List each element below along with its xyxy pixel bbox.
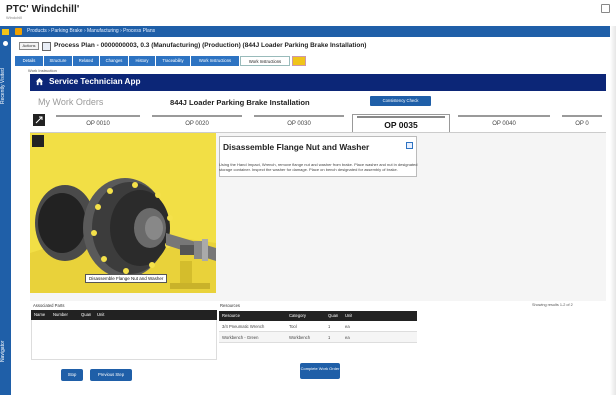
home-icon[interactable] xyxy=(2,29,9,35)
breadcrumb: Products › Parking Brake › Manufacturing… xyxy=(11,26,611,37)
associated-parts-label: Associated Parts xyxy=(33,303,65,308)
operation-label: OP 0040 xyxy=(492,121,516,127)
operations-strip: OP 0010 OP 0020 OP 0030 OP 0035 OP 0040 … xyxy=(30,114,606,132)
complete-work-order-button[interactable]: Complete Work Order xyxy=(300,363,340,379)
consistency-check-button[interactable]: Consistency Check xyxy=(370,96,431,106)
expand-icon[interactable] xyxy=(33,114,45,126)
unit-cell: ea xyxy=(345,324,350,329)
3d-viewer[interactable]: Disassemble Flange Nut and Washer xyxy=(30,133,216,293)
instruction-title: Disassemble Flange Nut and Washer xyxy=(223,142,370,152)
page-title: Process Plan - 0000000003, 0.3 (Manufact… xyxy=(54,42,367,49)
tab-bar: Details Structure Related Changes Histor… xyxy=(11,56,611,66)
tab-work-instructions-active[interactable]: Work Instructions xyxy=(240,56,290,66)
unit-cell: ea xyxy=(345,335,350,340)
tab-work-instructions[interactable]: Work Instructions xyxy=(191,56,239,66)
app-window: PTC' Windchill' Windchill Recently Visit… xyxy=(0,0,616,395)
results-count: Showing results 1-2 of 2 xyxy=(532,303,573,307)
associated-parts-body xyxy=(31,320,217,360)
ptc-header: PTC' Windchill' Windchill xyxy=(0,0,616,22)
tab-details[interactable]: Details xyxy=(15,56,43,66)
section-label: Work Instruction xyxy=(28,68,57,73)
my-work-orders-link[interactable]: My Work Orders xyxy=(38,97,103,107)
quantity-cell: 1 xyxy=(328,324,331,329)
viewer-callout: Disassemble Flange Nut and Washer xyxy=(85,274,168,283)
associated-parts-header: Name Number Quan Unit xyxy=(31,310,217,320)
column-header[interactable]: Name xyxy=(34,310,45,320)
work-order-title: 844J Loader Parking Brake Installation xyxy=(170,98,310,107)
previous-step-button[interactable]: Previous Step xyxy=(90,369,132,381)
tab-traceability[interactable]: Traceability xyxy=(156,56,190,66)
operation-label: OP 0 xyxy=(575,121,589,127)
operation-progress xyxy=(56,115,140,117)
instruction-text: Using the Hand Impact, Wrench, remove fl… xyxy=(219,162,418,172)
recently-visited-tab[interactable]: Recently Visited xyxy=(0,56,11,116)
actions-menu-button[interactable]: Actions xyxy=(19,42,39,50)
column-header[interactable]: Quan xyxy=(81,310,91,320)
column-header[interactable]: Category xyxy=(289,311,306,321)
table-row[interactable]: 3/4 Pneumatic Wrench Tool 1 ea xyxy=(219,321,417,332)
operation-content: Disassemble Flange Nut and Washer Disass… xyxy=(30,132,606,395)
column-header[interactable]: Unit xyxy=(97,310,104,320)
ptc-logo: PTC' Windchill' xyxy=(6,4,80,15)
operation-progress xyxy=(458,115,550,117)
operation-progress xyxy=(562,115,602,117)
breadcrumb-path[interactable]: Products › Parking Brake › Manufacturing… xyxy=(27,28,155,34)
navigator-tab[interactable]: Navigator xyxy=(0,321,11,381)
category-cell: Tool xyxy=(289,324,297,329)
operation-label: OP 0010 xyxy=(86,121,110,127)
page-title-row: Actions Process Plan - 0000000003, 0.3 (… xyxy=(11,41,611,53)
column-header[interactable]: Number xyxy=(53,310,68,320)
operation-tab-0010[interactable]: OP 0010 xyxy=(52,114,144,132)
operation-tab-0040[interactable]: OP 0040 xyxy=(454,114,554,132)
folder-icon xyxy=(15,28,22,35)
window-restore-button[interactable] xyxy=(601,4,610,13)
operation-progress xyxy=(152,115,242,117)
category-cell: Workbench xyxy=(289,335,311,340)
home-icon[interactable] xyxy=(35,77,44,86)
operation-tab-0020[interactable]: OP 0020 xyxy=(148,114,246,132)
tab-related[interactable]: Related xyxy=(73,56,99,66)
column-header[interactable]: Resource xyxy=(222,311,240,321)
viewer-expand-icon[interactable] xyxy=(32,135,44,147)
resource-cell: 3/4 Pneumatic Wrench xyxy=(222,324,265,329)
recent-dot-icon xyxy=(3,41,8,46)
column-header[interactable]: Unit xyxy=(345,311,352,321)
stop-button[interactable]: Stop xyxy=(61,369,83,381)
operation-label: OP 0030 xyxy=(287,121,311,127)
resources-header: Resource Category Quan Unit xyxy=(219,311,417,321)
operation-tab-0030[interactable]: OP 0030 xyxy=(250,114,348,132)
navigator-sidebar[interactable]: Recently Visited Navigator xyxy=(0,26,11,395)
resources-table: Resource Category Quan Unit 3/4 Pneumati… xyxy=(219,311,417,343)
operation-progress xyxy=(357,116,445,118)
resource-cell: Workbench - Green xyxy=(222,335,259,340)
table-row[interactable]: Workbench - Green Workbench 1 ea xyxy=(219,332,417,343)
operation-progress xyxy=(254,115,344,117)
add-tab-button[interactable] xyxy=(292,56,306,66)
process-plan-icon xyxy=(42,42,51,51)
window-shadow xyxy=(610,26,616,395)
work-order-header: My Work Orders 844J Loader Parking Brake… xyxy=(30,92,606,114)
tab-structure[interactable]: Structure xyxy=(44,56,72,66)
operation-label: OP 0035 xyxy=(384,120,418,130)
service-app-header: Service Technician App xyxy=(30,74,606,91)
quantity-cell: 1 xyxy=(328,335,331,340)
operation-tab-0035-active[interactable]: OP 0035 xyxy=(352,114,450,132)
resources-label: Resources xyxy=(220,303,241,308)
operation-tab-next[interactable]: OP 0 xyxy=(558,114,606,132)
operation-label: OP 0020 xyxy=(185,121,209,127)
brake-assembly-illustration xyxy=(30,133,216,293)
tab-history[interactable]: History xyxy=(129,56,155,66)
app-title: Service Technician App xyxy=(49,77,141,86)
document-icon[interactable] xyxy=(406,142,413,149)
column-header[interactable]: Quan xyxy=(328,311,338,321)
logo-subtitle: Windchill xyxy=(6,15,23,20)
tab-changes[interactable]: Changes xyxy=(100,56,128,66)
